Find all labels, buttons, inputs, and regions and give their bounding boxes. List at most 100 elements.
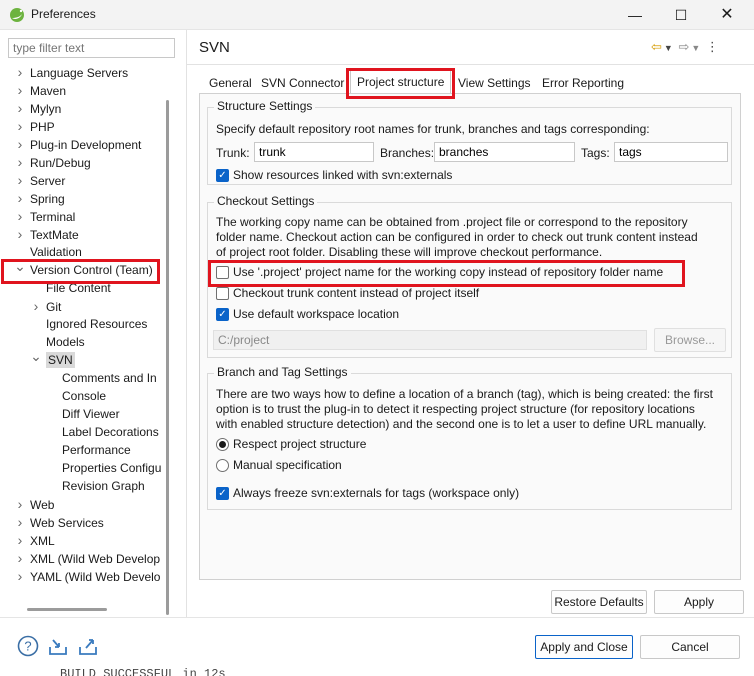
browse-button[interactable]: Browse... bbox=[654, 328, 726, 352]
tree-item-label: Performance bbox=[62, 443, 131, 457]
tree-item[interactable]: › Plug-in Development bbox=[14, 135, 142, 153]
export-icon[interactable] bbox=[77, 635, 99, 657]
structure-description: Specify default repository root names fo… bbox=[216, 122, 650, 136]
tree-vertical-scrollbar[interactable] bbox=[166, 100, 169, 615]
tree-item-label: Terminal bbox=[30, 210, 76, 224]
tree-item[interactable]: › XML (Wild Web Develop bbox=[14, 549, 160, 567]
tree-item[interactable]: › Run/Debug bbox=[14, 153, 91, 171]
tree-item[interactable]: Label Decorations bbox=[46, 423, 159, 441]
tree-item-label: Mylyn bbox=[30, 102, 62, 116]
tree-item[interactable]: Properties Configu bbox=[46, 459, 161, 477]
tab-error-reporting[interactable]: Error Reporting bbox=[536, 72, 630, 94]
tab-svn-connector[interactable]: SVN Connector bbox=[255, 72, 350, 94]
tree-item[interactable]: ⌄ SVN bbox=[30, 349, 75, 369]
chevron-down-icon[interactable]: ⌄ bbox=[30, 349, 42, 363]
branches-input[interactable] bbox=[434, 142, 575, 162]
more-icon[interactable]: ⋮ bbox=[706, 39, 719, 54]
tree-item-label: XML (Wild Web Develop bbox=[30, 552, 161, 566]
tree-item-label: Git bbox=[46, 300, 62, 314]
tree-item[interactable]: › Language Servers bbox=[14, 63, 128, 81]
checkout-trunk-checkbox[interactable] bbox=[216, 287, 229, 300]
group-title: Checkout Settings bbox=[214, 194, 318, 208]
page-navigation: ⇦ ▼ ⇨ ▼ ⋮ bbox=[651, 39, 721, 55]
tree-item[interactable]: › PHP bbox=[14, 117, 55, 135]
eclipse-app-icon bbox=[10, 8, 24, 22]
tree-item-label: Properties Configu bbox=[62, 461, 162, 475]
tree-item[interactable]: Comments and In bbox=[46, 369, 157, 387]
maximize-icon[interactable]: ☐ bbox=[658, 0, 704, 30]
tree-item[interactable]: › Terminal bbox=[14, 207, 76, 225]
help-icon[interactable]: ? bbox=[17, 635, 39, 657]
tree-item[interactable]: › Maven bbox=[14, 81, 66, 99]
chevron-right-icon[interactable]: › bbox=[14, 135, 26, 153]
import-icon[interactable] bbox=[47, 635, 69, 657]
tree-item[interactable]: › YAML (Wild Web Develo bbox=[14, 567, 161, 585]
tree-item[interactable]: Ignored Resources bbox=[30, 315, 147, 333]
tree-item-label: Server bbox=[30, 174, 66, 188]
trunk-label: Trunk: bbox=[216, 146, 250, 160]
apply-and-close-button[interactable]: Apply and Close bbox=[535, 635, 633, 659]
chevron-right-icon[interactable]: › bbox=[14, 81, 26, 99]
trunk-input[interactable] bbox=[254, 142, 374, 162]
apply-button[interactable]: Apply bbox=[654, 590, 744, 614]
tree-item-label: Label Decorations bbox=[62, 425, 159, 439]
tree-item[interactable]: › Web Services bbox=[14, 513, 104, 531]
minimize-icon[interactable]: — bbox=[612, 0, 658, 30]
tree-item-label: Maven bbox=[30, 84, 67, 98]
dropdown-icon[interactable]: ▼ bbox=[691, 43, 700, 53]
tree-item[interactable]: Revision Graph bbox=[46, 477, 145, 495]
tab-view-settings[interactable]: View Settings bbox=[452, 72, 537, 94]
tree-item-label: Validation bbox=[30, 245, 82, 259]
highlight-use-project-name bbox=[208, 260, 685, 287]
tree-horizontal-scrollbar[interactable] bbox=[27, 608, 107, 611]
branch-tag-description-line: with enabled structure detection) and th… bbox=[216, 417, 707, 431]
chevron-right-icon[interactable]: › bbox=[30, 297, 42, 315]
forward-arrow-icon[interactable]: ⇨ bbox=[678, 39, 689, 54]
tree-item[interactable]: › Server bbox=[14, 171, 66, 189]
chevron-right-icon[interactable]: › bbox=[14, 117, 26, 135]
tags-input[interactable] bbox=[614, 142, 728, 162]
tree-item[interactable]: › Spring bbox=[14, 189, 65, 207]
tree-item[interactable]: Diff Viewer bbox=[46, 405, 120, 423]
chevron-right-icon[interactable]: › bbox=[14, 549, 26, 567]
back-arrow-icon[interactable]: ⇦ bbox=[651, 39, 662, 54]
chevron-right-icon[interactable]: › bbox=[14, 63, 26, 81]
preferences-tree: › Language Servers › Maven › Mylyn › PHP › Plug-i… bbox=[0, 63, 170, 613]
svn-preference-page: SVN ⇦ ▼ ⇨ ▼ ⋮ General SVN Connector Projec… bbox=[187, 30, 754, 617]
tree-item[interactable]: › TextMate bbox=[14, 225, 79, 243]
tree-item[interactable]: Console bbox=[46, 387, 106, 405]
externals-checkbox[interactable]: ✓ bbox=[216, 169, 229, 182]
default-workspace-label: Use default workspace location bbox=[233, 307, 400, 321]
close-icon[interactable]: ✕ bbox=[704, 0, 750, 30]
manual-specification-label: Manual specification bbox=[233, 458, 342, 472]
tree-item-label: TextMate bbox=[30, 228, 79, 242]
tab-general[interactable]: General bbox=[203, 72, 258, 94]
chevron-right-icon[interactable]: › bbox=[14, 531, 26, 549]
chevron-right-icon[interactable]: › bbox=[14, 99, 26, 117]
chevron-right-icon[interactable]: › bbox=[14, 567, 26, 585]
manual-specification-radio[interactable] bbox=[216, 459, 229, 472]
cancel-button[interactable]: Cancel bbox=[640, 635, 740, 659]
chevron-right-icon[interactable]: › bbox=[14, 207, 26, 225]
respect-structure-radio[interactable] bbox=[216, 438, 229, 451]
filter-input[interactable] bbox=[8, 38, 175, 58]
restore-defaults-button[interactable]: Restore Defaults bbox=[551, 590, 647, 614]
tree-item-label: Plug-in Development bbox=[30, 138, 142, 152]
tree-item-label: SVN bbox=[46, 352, 75, 368]
default-workspace-checkbox[interactable]: ✓ bbox=[216, 308, 229, 321]
chevron-right-icon[interactable]: › bbox=[14, 171, 26, 189]
group-title: Structure Settings bbox=[214, 99, 316, 113]
tree-item[interactable]: › XML bbox=[14, 531, 55, 549]
chevron-right-icon[interactable]: › bbox=[14, 513, 26, 531]
chevron-right-icon[interactable]: › bbox=[14, 225, 26, 243]
chevron-right-icon[interactable]: › bbox=[14, 189, 26, 207]
chevron-right-icon[interactable]: › bbox=[14, 495, 26, 513]
tree-item[interactable]: › Web bbox=[14, 495, 55, 513]
chevron-right-icon[interactable]: › bbox=[14, 153, 26, 171]
tree-item[interactable]: › Mylyn bbox=[14, 99, 62, 117]
tree-item[interactable]: › Git bbox=[30, 297, 62, 315]
dropdown-icon[interactable]: ▼ bbox=[664, 43, 673, 53]
tree-item[interactable]: Performance bbox=[46, 441, 131, 459]
freeze-externals-checkbox[interactable]: ✓ bbox=[216, 487, 229, 500]
workspace-location-input[interactable] bbox=[213, 330, 647, 350]
